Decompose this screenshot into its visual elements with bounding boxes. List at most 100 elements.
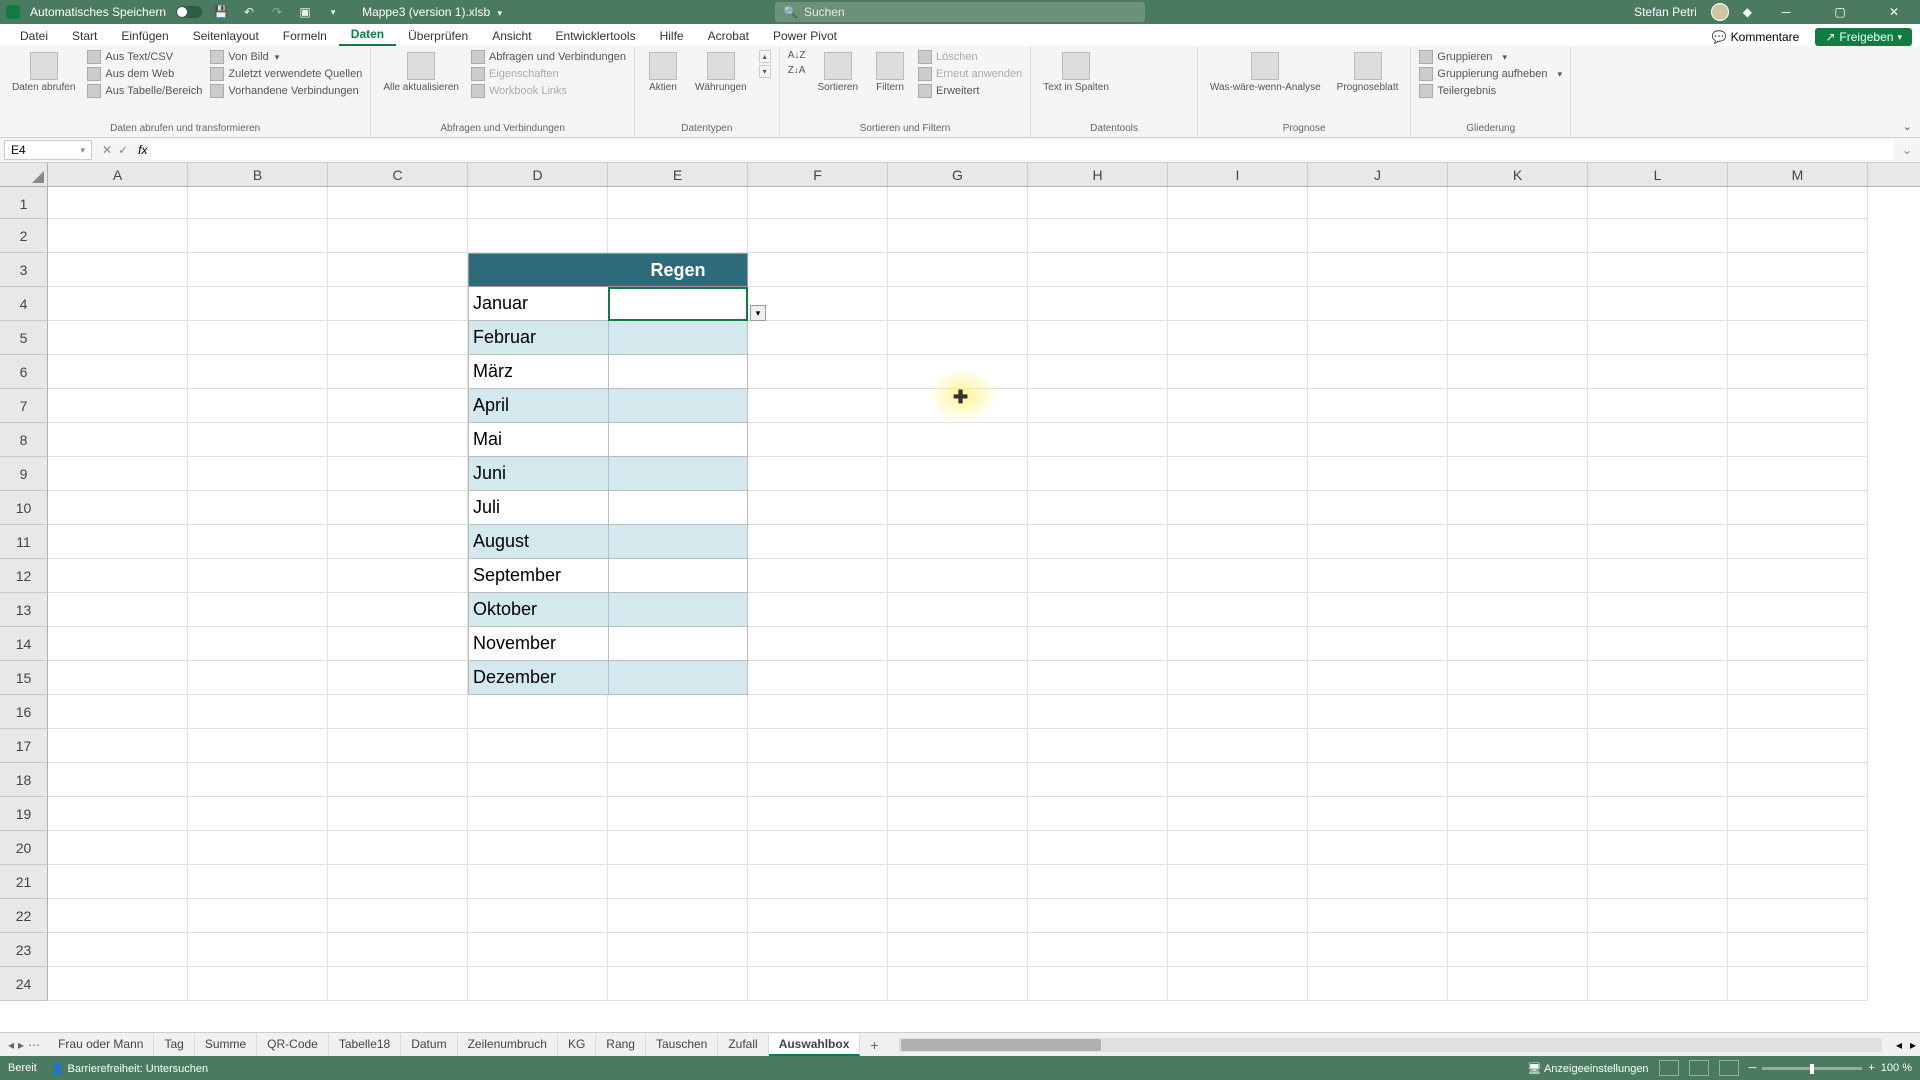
col-header-L[interactable]: L [1588, 163, 1728, 186]
zoom-in-button[interactable]: + [1868, 1062, 1874, 1074]
page-layout-view-button[interactable] [1689, 1060, 1709, 1076]
horizontal-scrollbar[interactable] [899, 1038, 1882, 1052]
col-header-C[interactable]: C [328, 163, 468, 186]
minimize-button[interactable]: ─ [1766, 0, 1806, 24]
row-header-18[interactable]: 18 [0, 763, 48, 797]
value-cell[interactable] [608, 321, 747, 354]
value-cell[interactable] [608, 525, 747, 558]
sheet-tab[interactable]: KG [558, 1034, 596, 1056]
expand-formula-bar-icon[interactable]: ⌄ [1894, 143, 1920, 157]
col-header-G[interactable]: G [888, 163, 1028, 186]
formula-input[interactable] [151, 140, 1893, 160]
month-cell[interactable]: Februar [469, 321, 608, 354]
table-row[interactable]: Dezember [468, 661, 748, 695]
data-validation-dropdown-icon[interactable]: ▾ [750, 305, 766, 321]
value-cell[interactable] [608, 491, 747, 524]
from-image-button[interactable]: Von Bild▾ [210, 50, 362, 64]
filename-dropdown-icon[interactable]: ▾ [497, 8, 502, 18]
queries-connections-button[interactable]: Abfragen und Verbindungen [471, 50, 626, 64]
value-cell[interactable] [608, 593, 747, 626]
sheet-nav-prev-icon[interactable]: ◂ [8, 1038, 14, 1052]
select-all-corner[interactable] [0, 163, 48, 186]
redo-icon[interactable]: ↷ [268, 3, 286, 21]
sheet-tab[interactable]: Datum [401, 1034, 457, 1056]
row-header-13[interactable]: 13 [0, 593, 48, 627]
month-cell[interactable]: Januar [469, 287, 608, 320]
sheet-nav-more-icon[interactable]: ⋯ [28, 1038, 40, 1052]
col-header-A[interactable]: A [48, 163, 188, 186]
table-row[interactable]: Juli [468, 491, 748, 525]
undo-icon[interactable]: ↶ [240, 3, 258, 21]
value-cell[interactable] [608, 661, 747, 694]
month-cell[interactable]: Mai [469, 423, 608, 456]
table-row[interactable]: April [468, 389, 748, 423]
table-row[interactable]: Oktober [468, 593, 748, 627]
search-box[interactable]: 🔍 Suchen [775, 2, 1145, 22]
row-header-24[interactable]: 24 [0, 967, 48, 1001]
sheet-tab[interactable]: Rang [596, 1034, 646, 1056]
row-header-3[interactable]: 3 [0, 253, 48, 287]
sheet-tab[interactable]: Summe [195, 1034, 257, 1056]
user-avatar[interactable] [1711, 3, 1729, 21]
table-row[interactable]: Januar [468, 287, 748, 321]
scroll-left-icon[interactable]: ◂ [1892, 1038, 1906, 1052]
page-break-view-button[interactable] [1719, 1060, 1739, 1076]
row-header-7[interactable]: 7 [0, 389, 48, 423]
stocks-button[interactable]: Aktien [643, 50, 683, 95]
sheet-tab[interactable]: Tag [154, 1034, 194, 1056]
month-cell[interactable]: Oktober [469, 593, 608, 626]
row-header-23[interactable]: 23 [0, 933, 48, 967]
recent-sources-button[interactable]: Zuletzt verwendete Quellen [210, 67, 362, 81]
sheet-tab[interactable]: Tauschen [646, 1034, 718, 1056]
from-text-csv-button[interactable]: Aus Text/CSV [87, 50, 202, 64]
tab-powerpivot[interactable]: Power Pivot [761, 26, 849, 46]
row-header-21[interactable]: 21 [0, 865, 48, 899]
display-settings-button[interactable]: 🖥 Anzeigeeinstellungen [1528, 1062, 1649, 1075]
add-sheet-button[interactable]: + [860, 1037, 888, 1053]
table-row[interactable]: September [468, 559, 748, 593]
row-header-11[interactable]: 11 [0, 525, 48, 559]
sort-az-button[interactable]: A↓Z [788, 50, 806, 61]
sort-button[interactable]: Sortieren [813, 50, 862, 95]
cancel-formula-icon[interactable]: ✕ [102, 143, 112, 157]
col-header-I[interactable]: I [1168, 163, 1308, 186]
col-header-M[interactable]: M [1728, 163, 1868, 186]
col-header-H[interactable]: H [1028, 163, 1168, 186]
group-button[interactable]: Gruppieren▾ [1419, 50, 1562, 64]
value-cell[interactable] [608, 287, 747, 320]
col-header-K[interactable]: K [1448, 163, 1588, 186]
col-header-J[interactable]: J [1308, 163, 1448, 186]
scroll-right-icon[interactable]: ▸ [1906, 1038, 1920, 1052]
tab-acrobat[interactable]: Acrobat [696, 26, 761, 46]
ungroup-button[interactable]: Gruppierung aufheben▾ [1419, 67, 1562, 81]
row-header-20[interactable]: 20 [0, 831, 48, 865]
row-header-6[interactable]: 6 [0, 355, 48, 389]
share-button[interactable]: ↗ Freigeben ▾ [1815, 28, 1912, 46]
row-header-9[interactable]: 9 [0, 457, 48, 491]
value-cell[interactable] [608, 627, 747, 660]
tab-datei[interactable]: Datei [8, 26, 60, 46]
month-cell[interactable]: Juni [469, 457, 608, 490]
zoom-level[interactable]: 100 % [1881, 1062, 1912, 1074]
datatypes-down-icon[interactable]: ▾ [759, 65, 771, 78]
diamond-icon[interactable]: ◆ [1743, 5, 1752, 19]
col-header-F[interactable]: F [748, 163, 888, 186]
row-header-19[interactable]: 19 [0, 797, 48, 831]
row-header-22[interactable]: 22 [0, 899, 48, 933]
zoom-slider[interactable] [1762, 1067, 1862, 1070]
tab-seitenlayout[interactable]: Seitenlayout [181, 26, 271, 46]
row-header-15[interactable]: 15 [0, 661, 48, 695]
zoom-out-button[interactable]: ─ [1749, 1062, 1757, 1074]
currencies-button[interactable]: Währungen [691, 50, 751, 95]
row-header-5[interactable]: 5 [0, 321, 48, 355]
month-cell[interactable]: März [469, 355, 608, 388]
collapse-ribbon-button[interactable]: ⌄ [1895, 116, 1920, 137]
col-header-E[interactable]: E [608, 163, 748, 186]
row-header-1[interactable]: 1 [0, 187, 48, 219]
maximize-button[interactable]: ▢ [1820, 0, 1860, 24]
row-header-2[interactable]: 2 [0, 219, 48, 253]
table-row[interactable]: Juni [468, 457, 748, 491]
sheet-tab[interactable]: Auswahlbox [769, 1034, 861, 1056]
sheet-tab[interactable]: Zufall [718, 1034, 768, 1056]
sheet-tab[interactable]: QR-Code [257, 1034, 329, 1056]
